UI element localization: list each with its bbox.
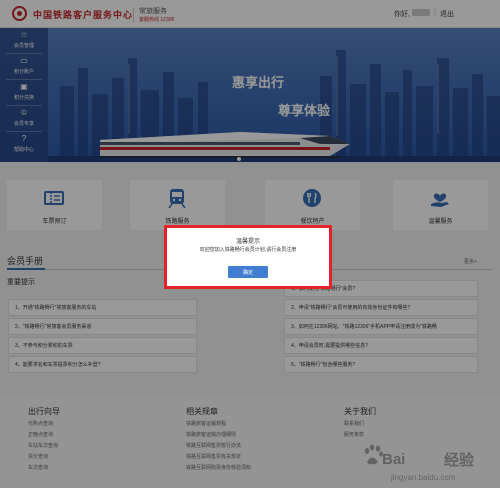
confirm-button[interactable]: 确定 (228, 266, 268, 278)
watermark-brand-cn: 经验 (444, 452, 475, 469)
baidu-paw-logo-icon (364, 444, 383, 465)
dialog-title: 温馨提示 (235, 239, 260, 245)
watermark-brand: Bai (382, 451, 406, 468)
watermark-url: jingyan.baidu.com (391, 473, 456, 482)
notice-dialog: 温馨提示 欢迎您加入铁路畅行会员计划,请行会员注册 确定 (164, 225, 332, 289)
dialog-message: 欢迎您加入铁路畅行会员计划,请行会员注册 (199, 247, 297, 253)
